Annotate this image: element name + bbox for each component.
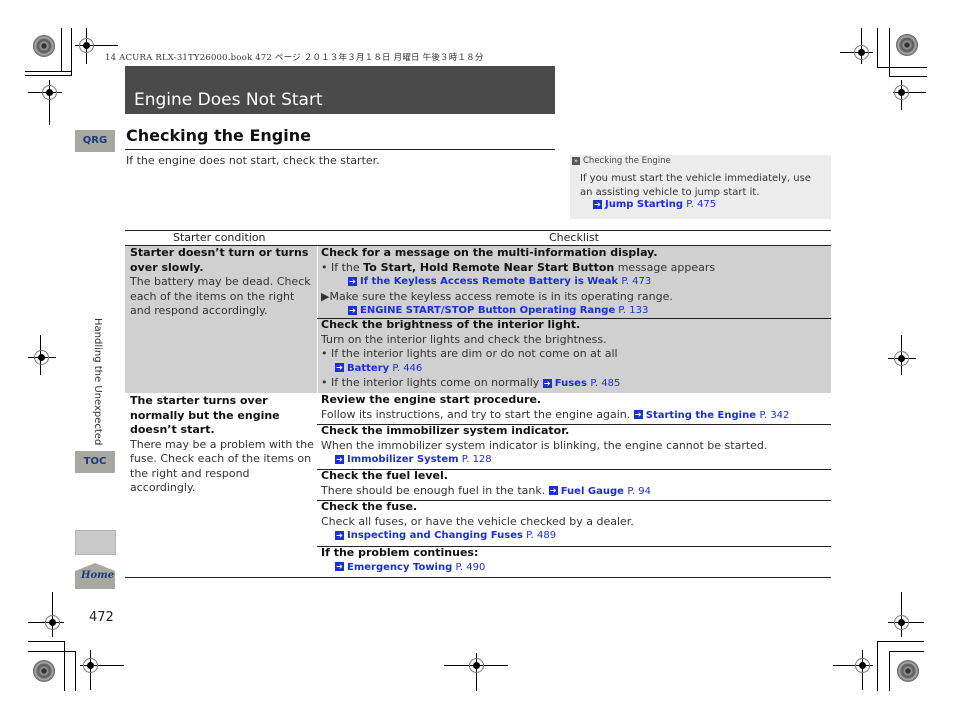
side-note-body: If you must start the vehicle immediatel… — [580, 173, 811, 198]
arrow-right-icon: ➔ — [633, 410, 643, 419]
check-text: Check all fuses, or have the vehicle che… — [321, 514, 634, 528]
check-item: Check the immobilizer system indicator. … — [321, 424, 831, 468]
engine-start-range-link[interactable]: ➔ ENGINE START/STOP Button Operating Rang… — [321, 304, 831, 319]
index-button[interactable] — [75, 530, 116, 555]
registration-rosette-icon — [896, 34, 918, 56]
arrow-right-icon: ➔ — [348, 305, 357, 315]
condition-2: The starter turns over normally but the … — [130, 394, 315, 496]
condition-text: There may be a problem with the fuse. Ch… — [130, 437, 314, 495]
arrow-right-icon: ➔ — [593, 199, 602, 209]
emergency-towing-link[interactable]: ➔ Emergency Towing P. 490 — [321, 561, 831, 576]
check-heading: Check the brightness of the interior lig… — [321, 318, 581, 331]
arrow-right-icon: ➔ — [548, 486, 558, 495]
check-item: If the problem continues: ➔ Emergency Tow… — [321, 546, 831, 575]
check-item: Check the fuel level. There should be en… — [321, 469, 831, 499]
arrow-right-icon: ➔ — [335, 363, 344, 372]
registration-target-icon — [894, 85, 909, 100]
jump-starting-link[interactable]: ➔ Jump Starting P. 475 — [593, 199, 716, 210]
print-header: 14 ACURA RLX-31TY26000.book 472 ページ ２０１３… — [105, 53, 484, 63]
registration-target-icon — [45, 615, 60, 630]
side-note: » Checking the Engine If you must start t… — [570, 155, 831, 219]
registration-target-icon — [855, 658, 870, 673]
check-note: ▶Make sure the keyless access remote is … — [321, 289, 673, 303]
immobilizer-link[interactable]: ➔ Immobilizer System P. 128 — [321, 453, 831, 468]
check-item: Check the brightness of the interior lig… — [321, 318, 831, 392]
registration-target-icon — [894, 615, 909, 630]
battery-link[interactable]: ➔ Battery P. 446 — [321, 362, 831, 377]
column-separator — [317, 246, 318, 393]
arrow-right-icon: ➔ — [335, 562, 344, 571]
registration-target-icon — [854, 45, 869, 60]
registration-rosette-icon — [897, 660, 919, 682]
side-note-header: » Checking the Engine — [572, 156, 671, 166]
check-text: There should be enough fuel in the tank. — [321, 483, 546, 497]
check-heading: Check for a message on the multi-informa… — [321, 246, 658, 259]
arrow-right-icon: ➔ — [335, 530, 344, 540]
condition-title: Starter doesn’t turn or turns over slowl… — [130, 246, 309, 274]
fuel-gauge-link[interactable]: ➔ Fuel Gauge P. 94 — [548, 484, 651, 497]
check-heading: Review the engine start procedure. — [321, 393, 542, 406]
starting-engine-link[interactable]: ➔ Starting the Engine P. 342 — [633, 408, 789, 421]
check-heading: If the problem continues: — [321, 546, 479, 559]
registration-target-icon — [469, 658, 484, 673]
condition-1: Starter doesn’t turn or turns over slowl… — [130, 246, 315, 319]
toc-button[interactable]: TOC — [75, 451, 115, 473]
check-item: Review the engine start procedure. Follo… — [321, 393, 831, 423]
registration-rosette-icon — [33, 660, 55, 682]
chapter-title-bar: Engine Does Not Start — [125, 66, 555, 114]
home-label: Home — [81, 570, 115, 581]
inspecting-fuses-link[interactable]: ➔ Inspecting and Changing Fuses P. 489 — [321, 529, 831, 544]
chapter-tab-label[interactable]: Handling the Unexpected — [92, 318, 103, 445]
registration-target-icon — [34, 350, 49, 365]
qrg-button[interactable]: QRG — [75, 130, 115, 152]
check-item: Check for a message on the multi-informa… — [321, 246, 831, 319]
condition-text: The battery may be dead. Check each of t… — [130, 275, 311, 317]
check-bullet: • If the To Start, Hold Remote Near Star… — [321, 260, 716, 274]
check-heading: Check the fuel level. — [321, 469, 448, 482]
check-text: Turn on the interior lights and check th… — [321, 332, 607, 346]
registration-target-icon — [42, 85, 57, 100]
column-header-checklist: Checklist — [549, 231, 599, 244]
keyless-battery-link[interactable]: ➔ If the Keyless Access Remote Battery is… — [321, 275, 831, 290]
fuses-link[interactable]: ➔ Fuses P. 485 — [542, 376, 620, 389]
section-title: Checking the Engine — [126, 126, 311, 145]
registration-rosette-icon — [33, 35, 55, 57]
check-heading: Check the immobilizer system indicator. — [321, 424, 570, 437]
check-heading: Check the fuse. — [321, 500, 418, 513]
arrow-right-icon: ➔ — [348, 276, 357, 286]
registration-target-icon — [79, 38, 94, 53]
arrow-right-icon: ➔ — [335, 454, 344, 464]
home-button[interactable]: Home — [75, 563, 115, 589]
double-arrow-icon: » — [572, 156, 580, 165]
chapter-title: Engine Does Not Start — [134, 90, 323, 110]
registration-target-icon — [894, 351, 909, 366]
arrow-right-icon: ➔ — [542, 378, 552, 388]
divider — [125, 149, 555, 150]
column-header-starter-condition: Starter condition — [173, 231, 266, 244]
check-text: Follow its instructions, and try to star… — [321, 407, 631, 421]
check-bullet: • If the interior lights come on normall… — [321, 376, 621, 389]
check-item: Check the fuse. Check all fuses, or have… — [321, 500, 831, 544]
check-bullet: • If the interior lights are dim or do n… — [321, 347, 618, 360]
page-number: 472 — [89, 610, 114, 625]
check-text: When the immobilizer system indicator is… — [321, 438, 768, 452]
intro-text: If the engine does not start, check the … — [126, 154, 380, 167]
registration-target-icon — [83, 658, 98, 673]
divider — [125, 577, 831, 578]
condition-title: The starter turns over normally but the … — [130, 394, 280, 436]
